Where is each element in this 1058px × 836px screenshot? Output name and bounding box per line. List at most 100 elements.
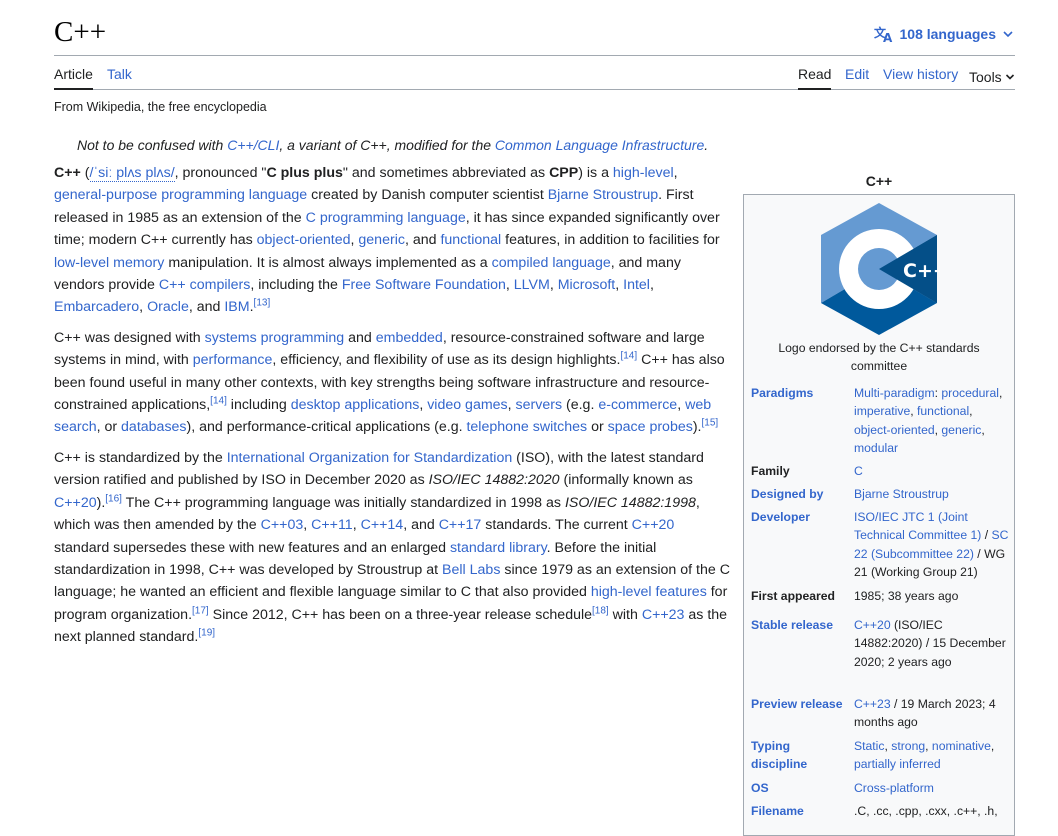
- tools-menu[interactable]: Tools: [969, 66, 1015, 88]
- reference-link[interactable]: [18]: [592, 605, 609, 616]
- reference-link[interactable]: [14]: [620, 351, 637, 362]
- link-common-language-infrastructure[interactable]: Common Language Infrastructure: [495, 137, 704, 153]
- link-cpp17[interactable]: C++17: [439, 517, 482, 533]
- label-developer[interactable]: Developer: [751, 508, 851, 526]
- link-modular[interactable]: modular: [854, 441, 898, 455]
- link-compiled-language[interactable]: compiled language: [492, 255, 611, 271]
- link-standard-library[interactable]: standard library: [450, 540, 547, 556]
- link-cross-platform[interactable]: Cross-platform: [854, 779, 1009, 797]
- link-bjarne-stroustrup[interactable]: Bjarne Stroustrup: [548, 187, 658, 203]
- link-c-language[interactable]: C programming language: [306, 210, 466, 226]
- link-microsoft[interactable]: Microsoft: [558, 277, 616, 293]
- reference-link[interactable]: [16]: [105, 493, 122, 504]
- reference-link[interactable]: [14]: [210, 395, 227, 406]
- link-general-purpose-language[interactable]: general-purpose programming language: [54, 187, 307, 203]
- text: features, in addition to facilities for: [501, 232, 720, 249]
- link-c-family[interactable]: C: [854, 462, 1009, 480]
- tab-edit[interactable]: Edit: [845, 66, 869, 88]
- link-ibm[interactable]: IBM: [224, 299, 249, 315]
- label-filename[interactable]: Filename: [751, 802, 851, 820]
- tab-view-history[interactable]: View history: [883, 66, 958, 88]
- hatnote-text: .: [704, 137, 709, 153]
- link-fsf[interactable]: Free Software Foundation: [342, 277, 506, 293]
- link-high-level-features[interactable]: high-level features: [591, 584, 707, 600]
- reference-link[interactable]: [17]: [192, 605, 209, 616]
- value-developer: ISO/IEC JTC 1 (Joint Technical Committee…: [854, 508, 1009, 581]
- link-cpp-compilers[interactable]: C++ compilers: [159, 277, 250, 293]
- label-paradigms[interactable]: Paradigms: [751, 384, 851, 402]
- link-procedural[interactable]: procedural: [941, 386, 999, 400]
- link-bell-labs[interactable]: Bell Labs: [442, 562, 500, 578]
- text: , including the: [250, 277, 342, 294]
- link-desktop-applications[interactable]: desktop applications: [291, 397, 420, 413]
- languages-button[interactable]: 文A 108 languages: [874, 25, 1015, 43]
- link-cpp14[interactable]: C++14: [361, 517, 404, 533]
- link-cpp03[interactable]: C++03: [261, 517, 304, 533]
- label-os[interactable]: OS: [751, 779, 851, 797]
- text: standards. The current: [481, 517, 632, 534]
- label-preview-release[interactable]: Preview release: [751, 695, 851, 713]
- text: and: [344, 329, 376, 346]
- link-space-probes[interactable]: space probes: [608, 419, 693, 435]
- link-databases[interactable]: databases: [121, 419, 186, 435]
- reference-link[interactable]: [19]: [198, 627, 215, 638]
- label-stable-release[interactable]: Stable release: [751, 616, 851, 634]
- link-functional[interactable]: functional: [917, 404, 969, 418]
- tab-talk[interactable]: Talk: [107, 66, 132, 88]
- tab-article[interactable]: Article: [54, 66, 93, 90]
- tab-read[interactable]: Read: [798, 66, 832, 90]
- link-intel[interactable]: Intel: [623, 277, 650, 293]
- link-llvm[interactable]: LLVM: [514, 277, 550, 293]
- text: ,: [549, 277, 558, 294]
- link-oracle[interactable]: Oracle: [147, 299, 189, 315]
- link-e-commerce[interactable]: e-commerce: [598, 397, 677, 413]
- link-partially-inferred[interactable]: partially inferred: [854, 757, 941, 771]
- link-embarcadero[interactable]: Embarcadero: [54, 299, 139, 315]
- text: ,: [677, 397, 686, 414]
- logo-caption: Logo endorsed by the C++ standards commi…: [778, 341, 980, 374]
- link-systems-programming[interactable]: systems programming: [205, 330, 345, 346]
- link-jtc1[interactable]: ISO/IEC JTC 1 (Joint Technical Committee…: [854, 510, 981, 542]
- link-object-oriented[interactable]: object-oriented: [257, 232, 351, 248]
- label-designed-by[interactable]: Designed by: [751, 485, 851, 503]
- link-low-level-memory[interactable]: low-level memory: [54, 255, 164, 271]
- link-cpp20[interactable]: C++20: [54, 495, 97, 511]
- reference-link[interactable]: [15]: [702, 418, 719, 429]
- link-embedded[interactable]: embedded: [376, 330, 443, 346]
- link-telephone-switches[interactable]: telephone switches: [466, 419, 587, 435]
- link-functional[interactable]: functional: [440, 232, 501, 248]
- link-cpp20[interactable]: C++20: [632, 517, 675, 533]
- link-imperative[interactable]: imperative: [854, 404, 910, 418]
- link-video-games[interactable]: video games: [427, 397, 507, 413]
- link-high-level[interactable]: high-level: [613, 165, 674, 181]
- link-nominative[interactable]: nominative: [932, 739, 991, 753]
- link-strong[interactable]: strong: [891, 739, 925, 753]
- text-italic: ISO/IEC 14882:2020: [428, 472, 560, 489]
- link-generic[interactable]: generic: [358, 232, 405, 248]
- link-object-oriented[interactable]: object-oriented: [854, 423, 935, 437]
- term-bold: C++: [54, 165, 81, 181]
- infobox: C++ Logo endorsed by the C++ standards c…: [743, 194, 1015, 836]
- link-cpp20[interactable]: C++20: [854, 618, 891, 632]
- link-generic[interactable]: generic: [941, 423, 981, 437]
- link-static[interactable]: Static: [854, 739, 884, 753]
- link-servers[interactable]: servers: [516, 397, 563, 413]
- article-body: C++ (/ˈsiː plʌs plʌs/, pronounced "C plu…: [54, 162, 731, 657]
- link-cpp-cli[interactable]: C++/CLI: [227, 137, 279, 153]
- text: with: [608, 606, 642, 623]
- link-iso[interactable]: International Organization for Standardi…: [227, 450, 513, 466]
- title-divider: [54, 55, 1015, 56]
- link-cpp11[interactable]: C++11: [311, 517, 353, 533]
- link-performance[interactable]: performance: [193, 352, 273, 368]
- link-cpp23[interactable]: C++23: [642, 607, 685, 623]
- text: created by Danish computer scientist: [307, 187, 548, 204]
- link-cpp23[interactable]: C++23: [854, 697, 891, 711]
- cpp-logo-image[interactable]: C++: [818, 201, 949, 342]
- text: ,: [998, 386, 1003, 400]
- text: manipulation. It is almost always implem…: [164, 254, 492, 271]
- link-bjarne-stroustrup[interactable]: Bjarne Stroustrup: [854, 485, 1009, 503]
- link-ipa-pronunciation[interactable]: /ˈsiː plʌs plʌs/: [89, 165, 175, 182]
- reference-link[interactable]: [13]: [254, 298, 271, 309]
- label-typing-discipline[interactable]: Typing discipline: [751, 737, 831, 774]
- link-multi-paradigm[interactable]: Multi-paradigm: [854, 386, 935, 400]
